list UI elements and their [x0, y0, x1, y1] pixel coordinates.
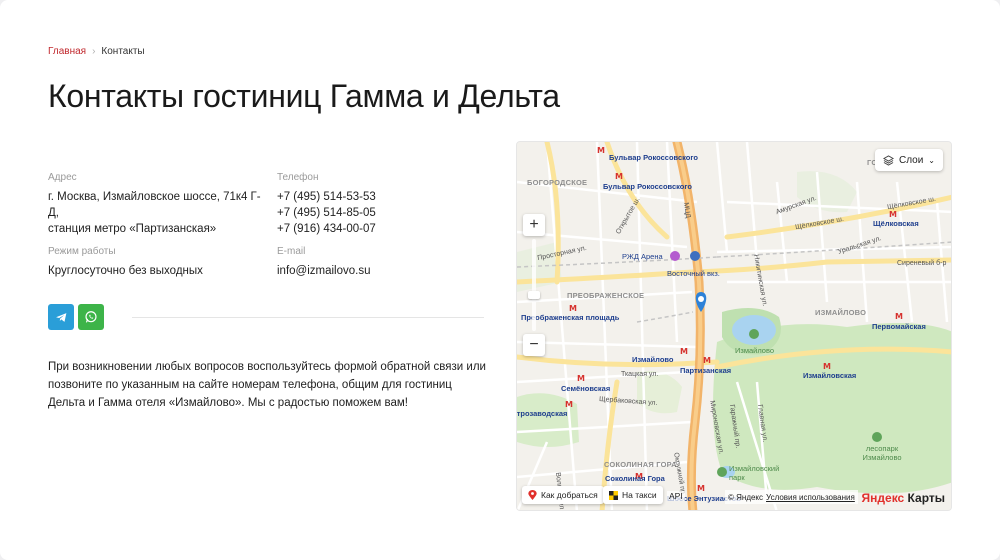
phone-link-1[interactable]: +7 (495) 514-53-53 [277, 189, 477, 205]
metro-label: Щёлковская [873, 219, 919, 228]
address-block: Адрес г. Москва, Измайловское шоссе, 71к… [48, 172, 268, 237]
terms-link[interactable]: Условия использования [766, 493, 855, 502]
metro-icon: M [615, 172, 623, 181]
page-title: Контакты гостиниц Гамма и Дельта [48, 78, 560, 114]
map-district-label: БОГОРОДСКОЕ [527, 178, 588, 187]
map-district-label: СОКОЛИНАЯ ГОРА [604, 460, 677, 469]
metro-label: Первомайская [872, 322, 926, 331]
place-label: Восточный вкз. [667, 269, 720, 278]
street-label: Сиреневый б-р [897, 260, 947, 267]
breadcrumb: Главная › Контакты [48, 46, 145, 57]
metro-icon: M [895, 312, 903, 321]
breadcrumb-home-link[interactable]: Главная [48, 46, 86, 57]
whatsapp-icon [85, 311, 97, 323]
zoom-slider[interactable] [528, 239, 540, 331]
telegram-button[interactable] [48, 304, 74, 330]
email-block: E-mail info@izmailovo.su [277, 246, 477, 279]
metro-icon: M [680, 347, 688, 356]
address-line-3: станция метро «Партизанская» [48, 223, 217, 235]
chevron-down-icon: ⌄ [928, 155, 935, 165]
telegram-icon [55, 312, 66, 322]
yandex-logo-text: Яндекс [861, 491, 905, 505]
chevron-right-icon: › [92, 46, 96, 57]
address-label: Адрес [48, 172, 77, 183]
zoom-slider-handle[interactable] [528, 291, 540, 299]
place-label: Измайлово [735, 346, 775, 355]
metro-icon: M [569, 304, 577, 313]
email-link[interactable]: info@izmailovo.su [277, 263, 477, 279]
description-line-2: позвоните по указанным на сайте номерам … [48, 379, 452, 391]
contact-description: При возникновении любых вопросов восполь… [48, 358, 488, 412]
metro-label: Соколиная Гора [605, 474, 665, 483]
email-label: E-mail [277, 246, 306, 257]
metro-label: Семёновская [561, 384, 611, 393]
hours-label: Режим работы [48, 246, 116, 257]
phone-block: Телефон +7 (495) 514-53-53 +7 (495) 514-… [277, 172, 477, 237]
phone-link-2[interactable]: +7 (495) 514-85-05 [277, 205, 477, 221]
breadcrumb-current: Контакты [101, 46, 145, 57]
taxi-icon [609, 490, 618, 500]
street-label: Ткацкая ул. [621, 371, 659, 378]
metro-icon: M [565, 400, 573, 409]
yandex-maps-logo[interactable]: Яндекс Карты [862, 491, 945, 505]
map-layers-button[interactable]: Слои ⌄ [874, 149, 943, 171]
maps-logo-text: Карты [904, 491, 945, 505]
place-label: Измайловский парк [729, 464, 780, 482]
metro-label: Бульвар Рокоссовского [603, 182, 692, 191]
metro-label: Бульвар Рокоссовского [609, 153, 698, 162]
metro-label: Измайлово [632, 355, 674, 364]
metro-icon: M [697, 484, 705, 493]
divider [132, 317, 484, 318]
metro-label: Партизанская [680, 366, 732, 375]
map-layers-label: Слои [898, 154, 924, 166]
layers-icon [882, 154, 894, 166]
zoom-in-button[interactable]: + [523, 214, 545, 236]
phone-link-3[interactable]: +7 (916) 434-00-07 [277, 221, 477, 237]
copyright-text: © Яндекс [728, 492, 764, 502]
metro-label: Измайловская [803, 371, 857, 380]
hours-block: Режим работы Круглосуточно без выходных [48, 246, 268, 279]
yandex-map[interactable]: БОГОРОДСКОЕ ПРЕОБРАЖЕНСКОЕ ИЗМАЙЛОВО СОК… [516, 141, 952, 511]
hours-value: Круглосуточно без выходных [48, 265, 203, 277]
description-line-3: Дельта и Гамма отеля «Измайлово». Мы с р… [48, 397, 408, 409]
metro-label: Электрозаводская [516, 409, 568, 418]
social-links [48, 304, 104, 330]
address-line-2: Д, [48, 207, 59, 219]
metro-icon: M [823, 362, 831, 371]
map-district-label: ИЗМАЙЛОВО [815, 308, 867, 317]
metro-icon: M [889, 210, 897, 219]
taxi-button[interactable]: На такси [603, 486, 663, 504]
route-label: Как добраться [541, 490, 598, 500]
map-copyright: © Яндекс Условия использования [725, 490, 858, 504]
metro-icon: M [577, 374, 585, 383]
map-district-label: ПРЕОБРАЖЕНСКОЕ [567, 291, 645, 300]
api-link[interactable]: API [667, 491, 685, 501]
phone-label: Телефон [277, 172, 319, 183]
place-label: лесопарк Измайлово [862, 444, 902, 462]
metro-icon: M [703, 356, 711, 365]
contacts-card: Главная › Контакты Контакты гостиниц Гам… [0, 0, 1000, 560]
zoom-out-button[interactable]: − [523, 334, 545, 356]
route-button[interactable]: Как добраться [522, 486, 604, 504]
address-line-1: г. Москва, Измайловское шоссе, 71к4 Г- [48, 191, 261, 203]
place-label: РЖД Арена [622, 252, 663, 261]
taxi-label: На такси [622, 490, 657, 500]
metro-icon: M [597, 146, 605, 155]
whatsapp-button[interactable] [78, 304, 104, 330]
map-zoom-control: + − [523, 214, 545, 356]
route-pin-icon [528, 490, 537, 500]
description-line-1: При возникновении любых вопросов восполь… [48, 361, 486, 373]
